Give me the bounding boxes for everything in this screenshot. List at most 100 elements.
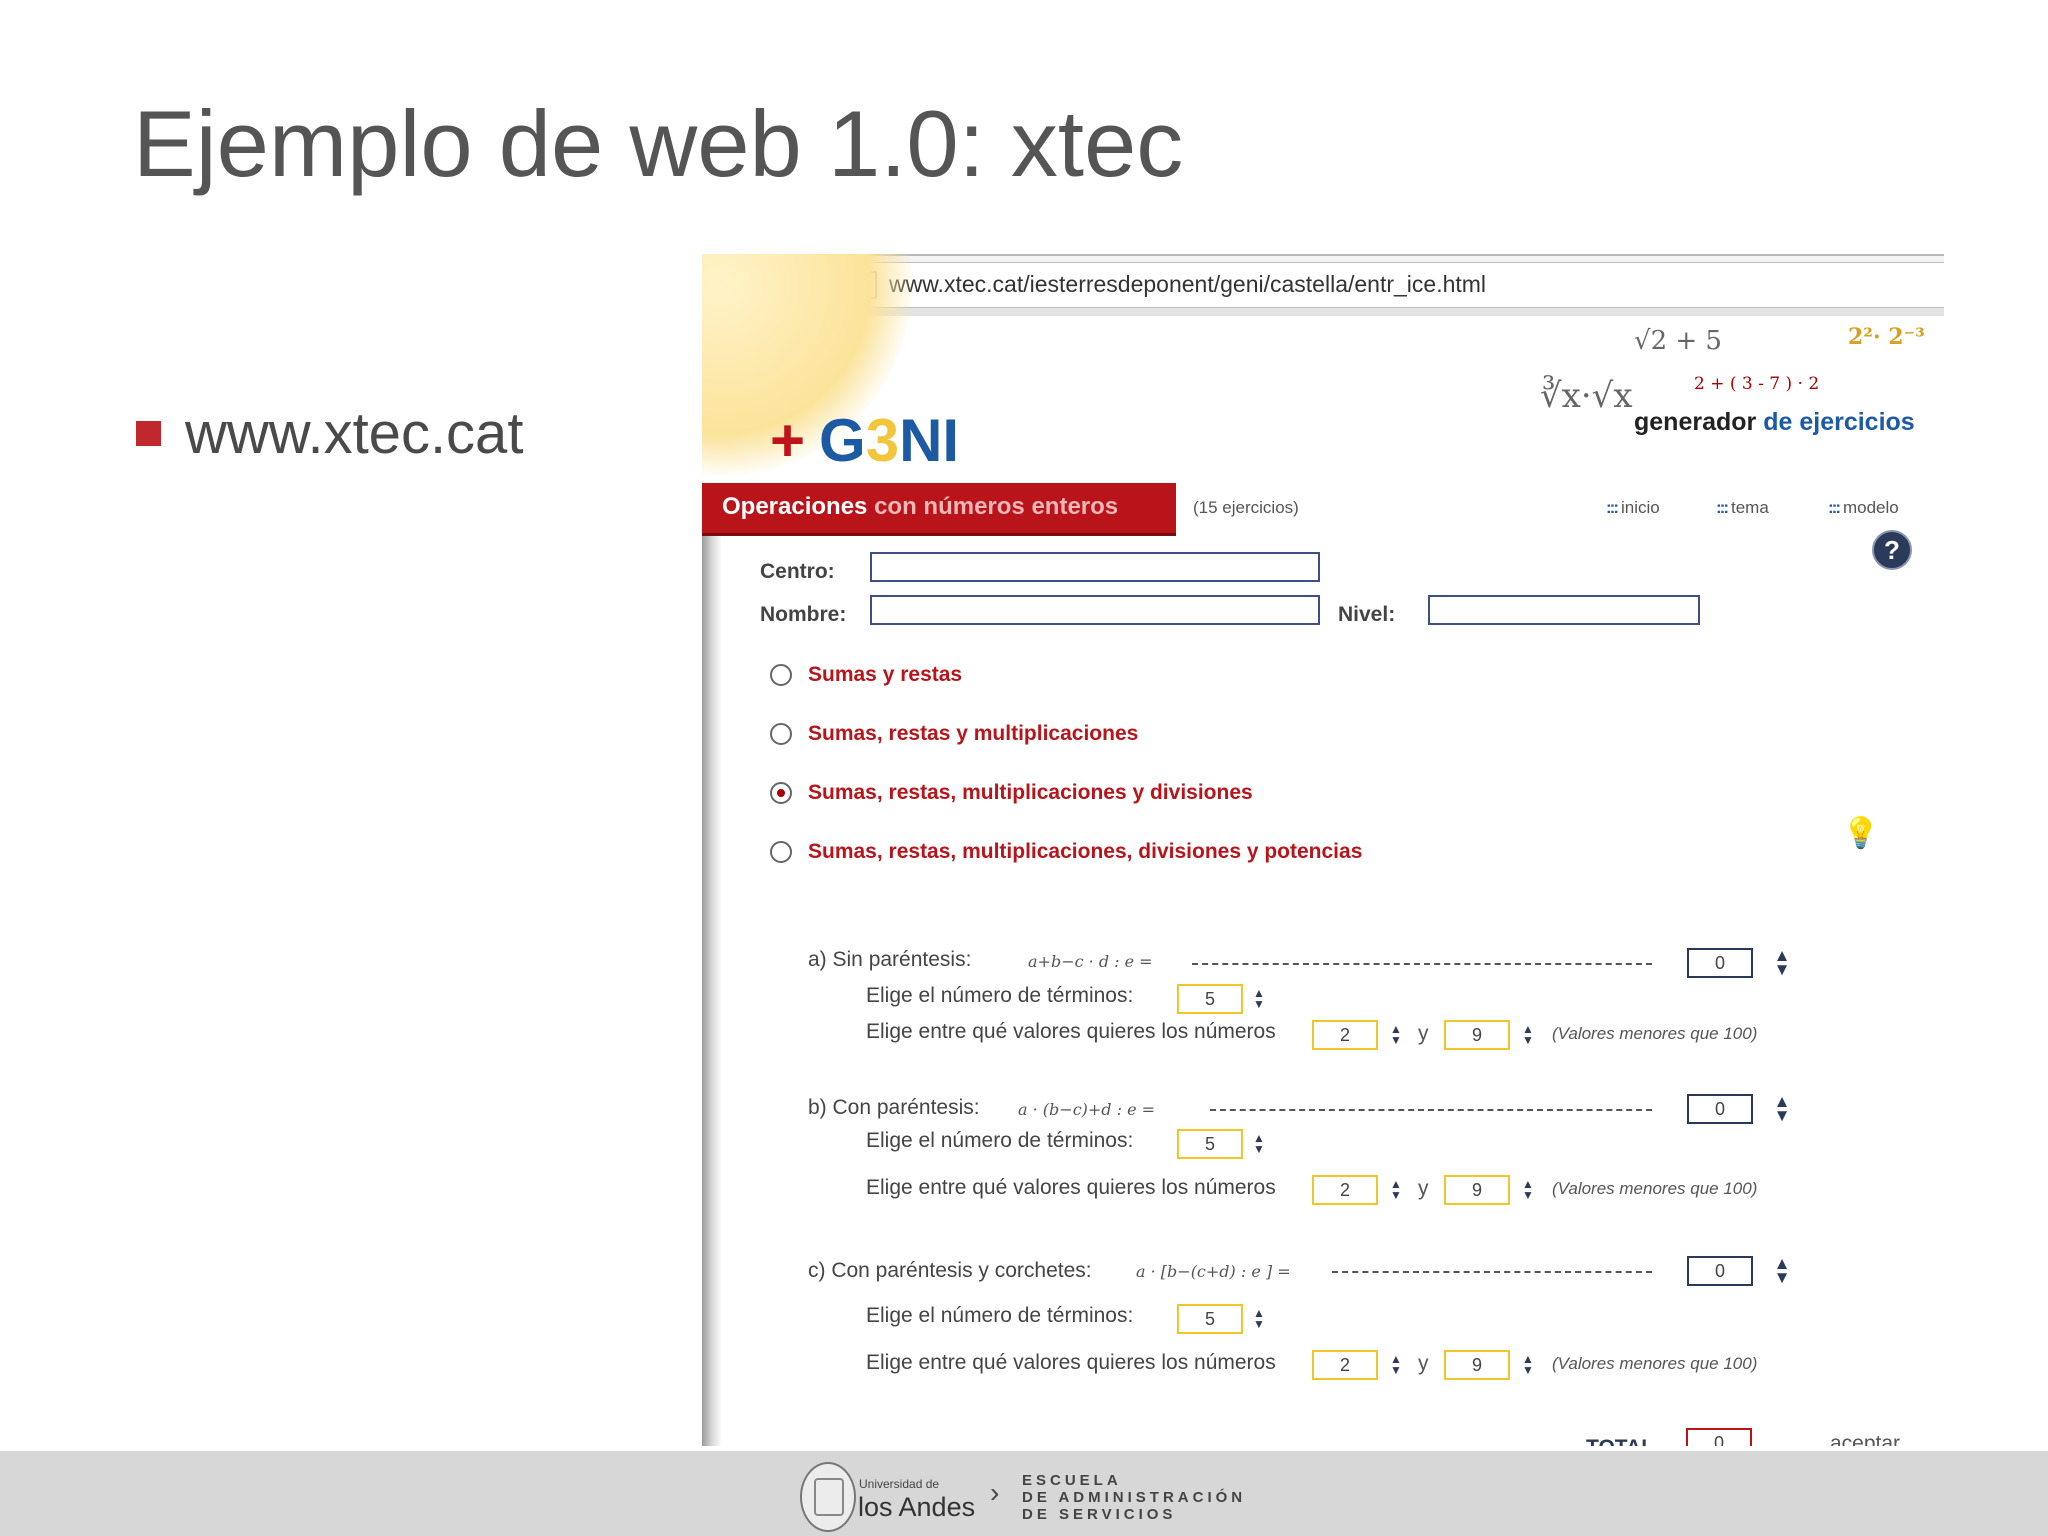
exercise-b-max-spinner-icon[interactable]: ▲ ▼ bbox=[1520, 1178, 1536, 1201]
exercise-a-max[interactable]: 9 bbox=[1444, 1020, 1510, 1050]
site-logo[interactable]: + G3NI bbox=[770, 406, 959, 475]
formula-decoration-power: 2²· 2⁻³ bbox=[1848, 324, 1925, 350]
exercise-a-sep: y bbox=[1418, 1022, 1429, 1045]
embedded-screenshot: ← → C www.xtec.cat/iesterresdeponent/gen… bbox=[702, 254, 1944, 1446]
exercise-b-terms-label: Elige el número de términos: bbox=[866, 1129, 1134, 1152]
exercise-c-min[interactable]: 2 bbox=[1312, 1350, 1378, 1380]
radio-button[interactable] bbox=[770, 782, 792, 804]
exercise-c-result[interactable]: 0 bbox=[1687, 1256, 1753, 1286]
radio-button[interactable] bbox=[770, 841, 792, 863]
exercise-a-result-spinner-icon[interactable]: ▲ ▼ bbox=[1770, 947, 1794, 978]
topic-bold: Operaciones bbox=[722, 493, 868, 520]
exercise-b-min[interactable]: 2 bbox=[1312, 1175, 1378, 1205]
bullet-text: www.xtec.cat bbox=[185, 401, 524, 466]
radio-button[interactable] bbox=[770, 664, 792, 686]
url-path: /iesterresdeponent/geni/castella/entr_ic… bbox=[1023, 271, 1487, 297]
exercise-c-range-label: Elige entre qué valores quieres los núme… bbox=[866, 1351, 1276, 1374]
university-small-text: Universidad de bbox=[859, 1477, 940, 1491]
exercise-a-min[interactable]: 2 bbox=[1312, 1020, 1378, 1050]
exercise-a-dashes bbox=[1192, 963, 1652, 965]
exercise-c-sep: y bbox=[1418, 1352, 1429, 1375]
radio-option-multiplicaciones[interactable]: Sumas, restas y multiplicaciones bbox=[770, 722, 1138, 746]
formula-decoration-expr: 2 + ( 3 - 7 ) · 2 bbox=[1694, 374, 1820, 394]
slide-footer: Universidad de los Andes › ESCUELA DE AD… bbox=[0, 1451, 2048, 1536]
site-subtitle: generador de ejercicios bbox=[1634, 408, 1915, 437]
bullet-square-icon bbox=[136, 421, 161, 446]
nav-link-tema[interactable]: ::: tema bbox=[1716, 498, 1769, 518]
formula-decoration-root: ∛x·√x bbox=[1540, 376, 1633, 416]
web-page: + G3NI √2 + 5 2²· 2⁻³ ∛x·√x 2 + ( 3 - 7 )… bbox=[702, 254, 1944, 1446]
exercise-c-max-spinner-icon[interactable]: ▲ ▼ bbox=[1520, 1353, 1536, 1376]
chevron-right-icon: › bbox=[990, 1477, 1000, 1508]
exercise-b-terms[interactable]: 5 bbox=[1177, 1129, 1243, 1159]
centro-field[interactable] bbox=[870, 552, 1320, 582]
lightbulb-icon[interactable]: 💡 bbox=[1842, 816, 1879, 851]
exercise-c-terms-spinner-icon[interactable]: ▲ ▼ bbox=[1251, 1307, 1267, 1330]
exercise-a-range-label: Elige entre qué valores quieres los núme… bbox=[866, 1020, 1276, 1043]
nivel-field[interactable] bbox=[1428, 595, 1700, 625]
school-line-1: ESCUELA bbox=[1022, 1472, 1122, 1489]
exercise-c-dashes bbox=[1332, 1271, 1652, 1273]
radio-label: Sumas y restas bbox=[808, 663, 963, 686]
exercise-b-result[interactable]: 0 bbox=[1687, 1094, 1753, 1124]
radio-option-sumas-restas[interactable]: Sumas y restas bbox=[770, 663, 962, 687]
exercise-b-label: b) Con paréntesis: bbox=[808, 1096, 980, 1119]
nav-link-modelo-label: modelo bbox=[1842, 498, 1899, 517]
nav-link-inicio-label: inicio bbox=[1620, 498, 1660, 517]
grid-dots-icon: ::: bbox=[1828, 498, 1841, 517]
exercise-c-terms[interactable]: 5 bbox=[1177, 1304, 1243, 1334]
nombre-field[interactable] bbox=[870, 595, 1320, 625]
centro-label: Centro: bbox=[760, 560, 835, 583]
nav-link-tema-label: tema bbox=[1730, 498, 1769, 517]
exercise-b-range-label: Elige entre qué valores quieres los núme… bbox=[866, 1176, 1276, 1199]
address-bar[interactable]: www.xtec.cat/iesterresdeponent/geni/cast… bbox=[844, 262, 1944, 308]
exercise-b-sep: y bbox=[1418, 1177, 1429, 1200]
radio-label: Sumas, restas, multiplicaciones, divisio… bbox=[808, 840, 1363, 863]
radio-label: Sumas, restas y multiplicaciones bbox=[808, 722, 1139, 745]
radio-button[interactable] bbox=[770, 723, 792, 745]
exercise-c-label: c) Con paréntesis y corchetes: bbox=[808, 1259, 1092, 1282]
exercise-a-result[interactable]: 0 bbox=[1687, 948, 1753, 978]
subtitle-rest: de ejercicios bbox=[1763, 408, 1915, 436]
logo-three: 3 bbox=[865, 407, 900, 474]
slide-title: Ejemplo de web 1.0: xtec bbox=[133, 91, 1184, 196]
exercise-b-formula: a · (b−c)+d : e = bbox=[1018, 1100, 1156, 1119]
radio-option-divisiones[interactable]: Sumas, restas, multiplicaciones y divisi… bbox=[770, 781, 1253, 805]
exercise-b-min-spinner-icon[interactable]: ▲ ▼ bbox=[1388, 1178, 1404, 1201]
page-left-strip bbox=[702, 492, 722, 1446]
radio-label: Sumas, restas, multiplicaciones y divisi… bbox=[808, 781, 1253, 804]
exercise-c-max[interactable]: 9 bbox=[1444, 1350, 1510, 1380]
exercise-c-result-spinner-icon[interactable]: ▲ ▼ bbox=[1770, 1255, 1794, 1286]
exercise-c-note: (Valores menores que 100) bbox=[1552, 1354, 1758, 1373]
formula-decoration-sqrt: √2 + 5 bbox=[1634, 326, 1722, 356]
exercise-c-terms-label: Elige el número de términos: bbox=[866, 1304, 1134, 1327]
help-icon[interactable]: ? bbox=[1872, 530, 1912, 570]
grid-dots-icon: ::: bbox=[1716, 498, 1729, 517]
school-line-3: DE SERVICIOS bbox=[1022, 1506, 1177, 1523]
logo-plus-icon: + bbox=[770, 407, 806, 474]
accept-link[interactable]: aceptar bbox=[1830, 1432, 1900, 1446]
url-text: www.xtec.cat/iesterresdeponent/geni/cast… bbox=[889, 271, 1486, 298]
radio-option-potencias[interactable]: Sumas, restas, multiplicaciones, divisio… bbox=[770, 840, 1362, 864]
university-name: los Andes bbox=[858, 1492, 976, 1522]
exercise-a-terms[interactable]: 5 bbox=[1177, 984, 1243, 1014]
nivel-label: Nivel: bbox=[1338, 603, 1396, 626]
exercise-a-min-spinner-icon[interactable]: ▲ ▼ bbox=[1388, 1023, 1404, 1046]
exercise-c-min-spinner-icon[interactable]: ▲ ▼ bbox=[1388, 1353, 1404, 1376]
topic-light: con números enteros bbox=[874, 493, 1119, 520]
exercise-a-terms-spinner-icon[interactable]: ▲ ▼ bbox=[1251, 987, 1267, 1010]
total-label: TOTAL bbox=[1586, 1436, 1654, 1446]
logo-g: G bbox=[819, 407, 866, 474]
exercise-b-terms-spinner-icon[interactable]: ▲ ▼ bbox=[1251, 1132, 1267, 1155]
school-line-2: DE ADMINISTRACIÓN bbox=[1022, 1489, 1247, 1506]
exercise-b-note: (Valores menores que 100) bbox=[1552, 1179, 1758, 1198]
exercise-a-max-spinner-icon[interactable]: ▲ ▼ bbox=[1520, 1023, 1536, 1046]
nav-link-modelo[interactable]: ::: modelo bbox=[1828, 498, 1899, 518]
exercise-a-formula: a+b−c · d : e = bbox=[1028, 952, 1153, 971]
exercise-b-result-spinner-icon[interactable]: ▲ ▼ bbox=[1770, 1093, 1794, 1124]
exercise-b-max[interactable]: 9 bbox=[1444, 1175, 1510, 1205]
grid-dots-icon: ::: bbox=[1606, 498, 1619, 517]
logo-ni: NI bbox=[899, 407, 960, 474]
university-seal-icon bbox=[800, 1462, 856, 1532]
nav-link-inicio[interactable]: ::: inicio bbox=[1606, 498, 1660, 518]
